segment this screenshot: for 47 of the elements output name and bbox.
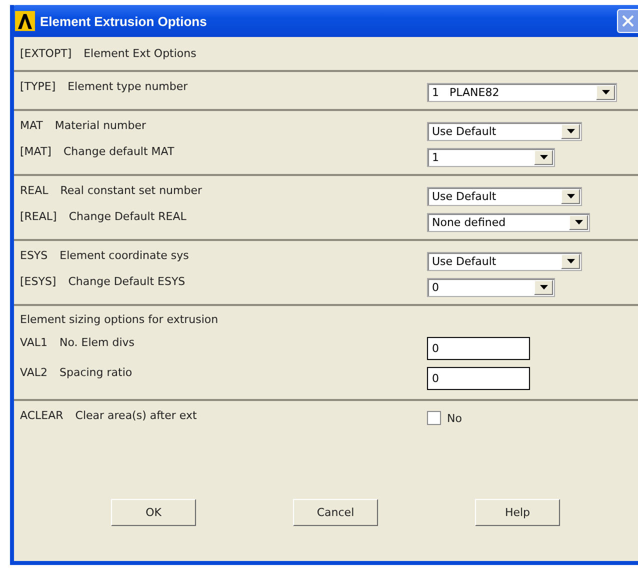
dropdown[interactable]: Use Default <box>427 252 582 271</box>
field-label: Change Default ESYS <box>68 275 186 288</box>
field-label: Change Default REAL <box>68 210 186 223</box>
app-logo-icon <box>15 11 35 31</box>
parameter-code: [TYPE] <box>20 80 56 93</box>
dialog-button[interactable]: OK <box>111 499 196 526</box>
parameter-code: [EXTOPT] <box>20 47 72 60</box>
field-label: No. Elem divs <box>59 336 135 349</box>
parameter-code: [ESYS] <box>20 275 56 288</box>
checkbox[interactable] <box>427 411 441 425</box>
dropdown[interactable]: Use Default <box>427 122 582 141</box>
parameter-code: MAT <box>20 119 43 132</box>
parameter-code: ACLEAR <box>20 409 64 422</box>
field-label: Element coordinate sys <box>60 249 189 262</box>
dropdown[interactable]: 1 <box>427 148 555 167</box>
window-title: Element Extrusion Options <box>40 14 208 28</box>
dialog-button[interactable]: Cancel <box>293 499 378 526</box>
caret-icon <box>540 285 548 290</box>
caret-icon <box>566 194 574 199</box>
checkbox-label: No <box>447 412 462 424</box>
dialog-button[interactable]: Help <box>475 499 560 526</box>
caret-icon <box>602 90 610 95</box>
field-label: Element Ext Options <box>84 47 196 60</box>
caret-icon <box>540 155 548 160</box>
dropdown[interactable]: None defined <box>427 213 590 232</box>
close-icon <box>622 15 634 27</box>
field-label: Material number <box>54 119 146 132</box>
input-field[interactable]: 0 <box>427 367 530 390</box>
field-label: Real constant set number <box>60 184 202 197</box>
caret-icon <box>574 220 582 225</box>
dropdown[interactable]: 1 PLANE82 <box>427 83 617 102</box>
parameter-code: ESYS <box>20 249 48 262</box>
parameter-code: REAL <box>20 184 48 197</box>
input-field[interactable]: 0 <box>427 337 530 360</box>
caret-icon <box>566 259 574 264</box>
parameter-code: VAL1 <box>20 336 48 349</box>
parameter-code: VAL2 <box>20 366 48 379</box>
dropdown[interactable]: Use Default <box>427 187 582 206</box>
field-label: Spacing ratio <box>59 366 132 379</box>
field-label: Clear area(s) after ext <box>75 409 197 422</box>
parameter-code: [MAT] <box>20 145 52 158</box>
section-heading: Element sizing options for extrusion <box>20 313 218 326</box>
dropdown[interactable]: 0 <box>427 278 555 297</box>
field-label: Element type number <box>68 80 188 93</box>
caret-icon <box>566 129 574 134</box>
field-label: Change default MAT <box>63 145 174 158</box>
parameter-code: [REAL] <box>20 210 57 223</box>
